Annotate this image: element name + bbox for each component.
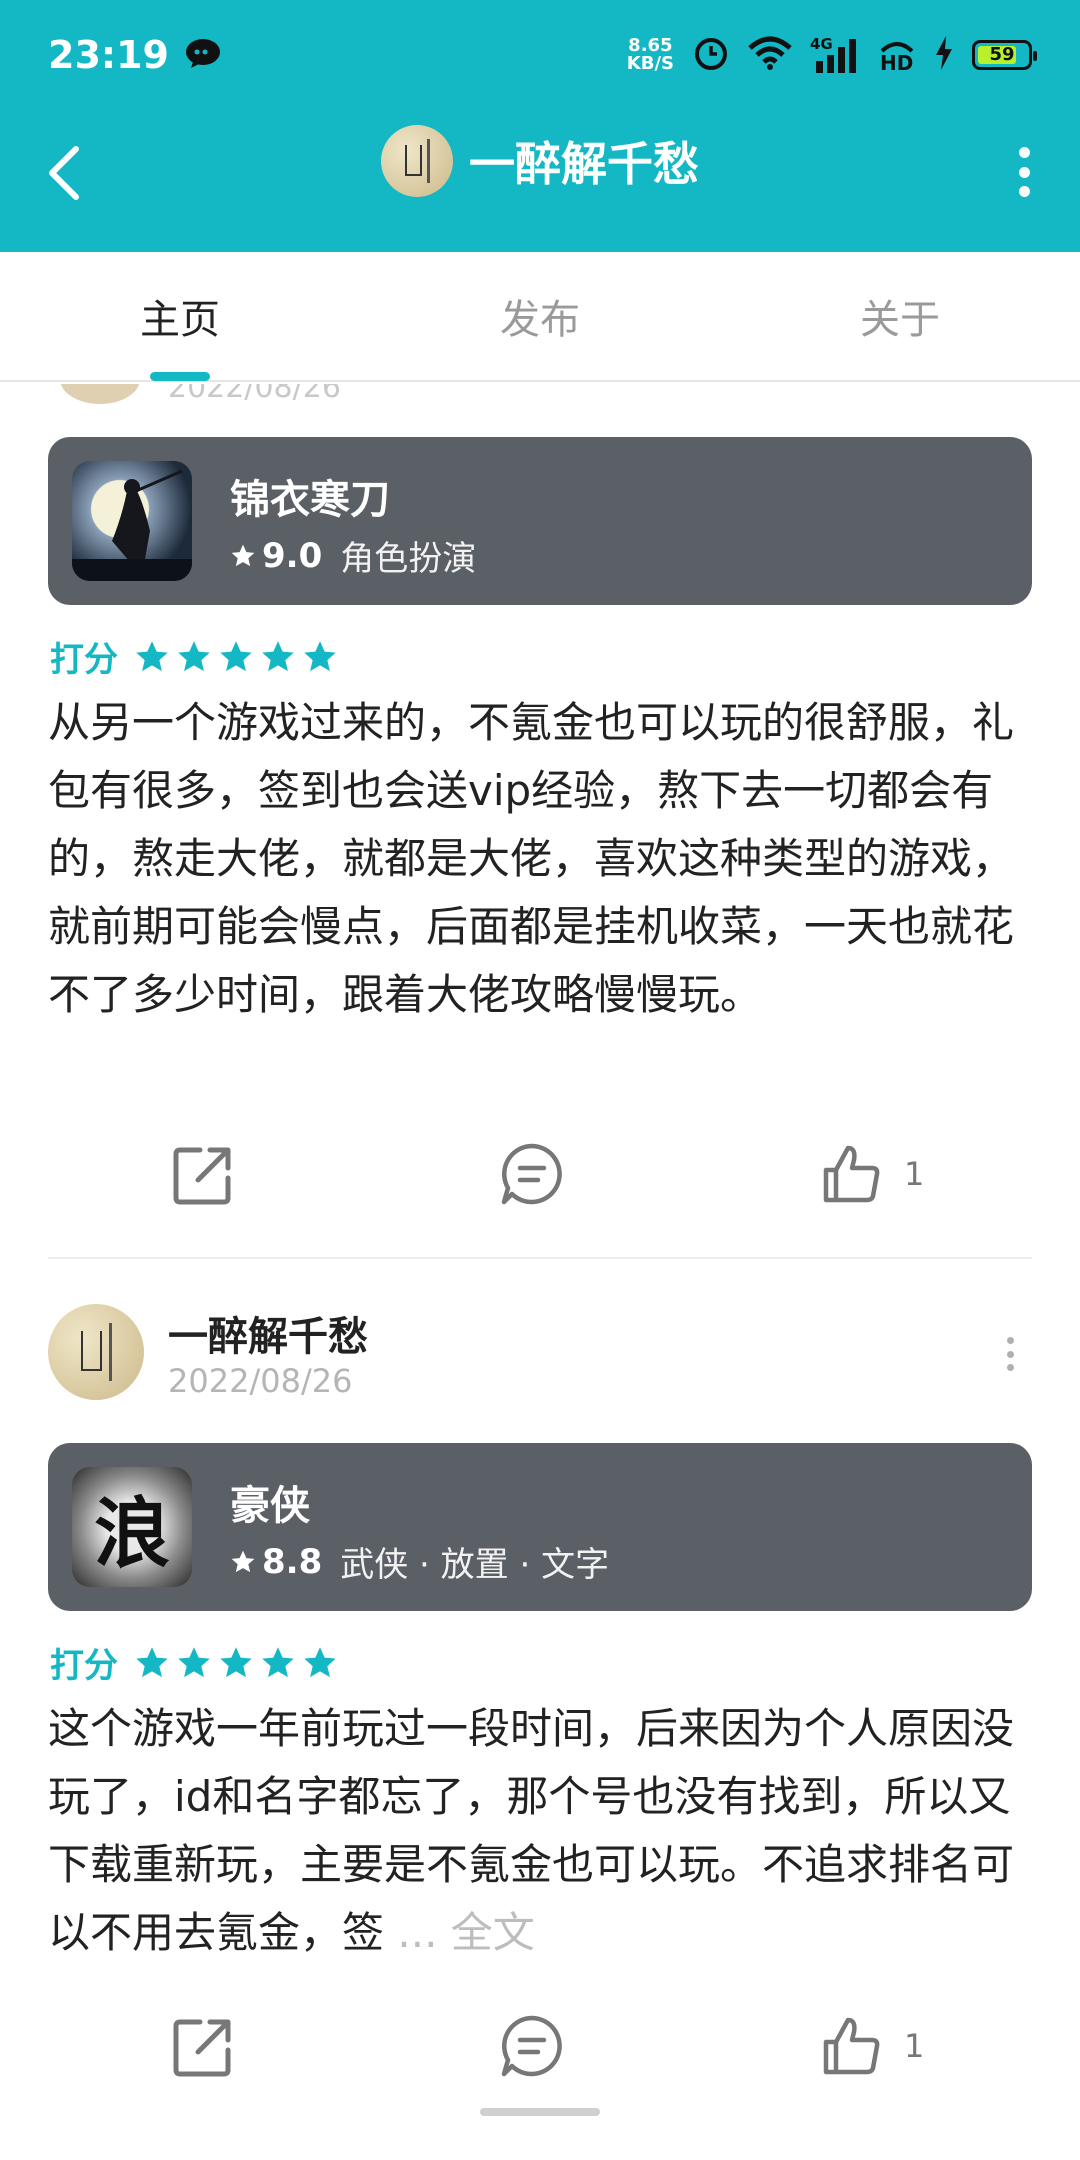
share-button[interactable] xyxy=(170,1142,236,1208)
active-tab-indicator xyxy=(150,372,210,381)
star-icon xyxy=(231,544,255,566)
post-date: 2022/08/26 xyxy=(168,384,341,405)
game-name: 豪侠 xyxy=(230,1483,310,1529)
status-bar: 23:19 8.65 KB/S 4G HD 59 xyxy=(0,0,1080,110)
game-score: 9.0 xyxy=(262,535,323,576)
app-top-bar: 23:19 8.65 KB/S 4G HD 59 一醉解千愁 xyxy=(0,0,1080,252)
review-text[interactable]: 这个游戏一年前玩过一段时间，后来因为个人原因没玩了，id和名字都忘了，那个号也没… xyxy=(48,1695,1038,1967)
thumbs-up-icon xyxy=(823,2017,880,2075)
hd-label: HD xyxy=(880,51,914,75)
share-icon xyxy=(173,2019,231,2077)
game-card[interactable]: 锦衣寒刀 9.0 角色扮演 xyxy=(48,437,1032,605)
thumbs-up-icon xyxy=(823,1145,880,1203)
comment-button[interactable] xyxy=(500,1142,564,1206)
rating-row: 打分 xyxy=(50,632,338,681)
game-card[interactable]: 浪 豪侠 8.8 武侠 · 放置 · 文字 xyxy=(48,1443,1032,1611)
rating-stars xyxy=(134,639,338,675)
star-icon xyxy=(262,640,294,671)
like-count: 1 xyxy=(904,2027,925,2065)
profile-avatar xyxy=(381,125,453,197)
net-speed: 8.65 KB/S xyxy=(627,37,674,73)
game-tags: 角色扮演 xyxy=(340,539,477,579)
feed[interactable]: 2022/08/26 锦衣寒刀 9.0 角色扮演 打分 从另一个游戏过来的，不氪… xyxy=(0,384,1080,2160)
post-divider xyxy=(48,1257,1032,1259)
game-icon: 浪 xyxy=(72,1467,192,1587)
tab-bar: 主页 发布 关于 xyxy=(0,252,1080,382)
author-avatar xyxy=(60,384,140,404)
game-tags: 武侠 · 放置 · 文字 xyxy=(340,1545,610,1585)
chat-notification-icon xyxy=(185,37,221,73)
share-button[interactable] xyxy=(170,2014,236,2080)
author-avatar[interactable] xyxy=(48,1304,144,1400)
charging-icon xyxy=(934,36,954,74)
star-icon xyxy=(231,1550,255,1572)
star-icon xyxy=(262,1646,294,1677)
share-icon xyxy=(173,1147,231,1205)
author-name[interactable]: 一醉解千愁 xyxy=(168,1304,368,1362)
home-indicator[interactable] xyxy=(480,2108,600,2116)
net-speed-unit: KB/S xyxy=(626,53,674,74)
comment-button[interactable] xyxy=(500,2014,564,2078)
read-full-text-link[interactable]: 全文 xyxy=(451,1908,535,1957)
star-icon xyxy=(136,1646,168,1677)
hd-icon: HD xyxy=(878,37,916,75)
star-icon xyxy=(178,1646,210,1677)
rating-label: 打分 xyxy=(50,640,118,680)
nav-header: 一醉解千愁 xyxy=(0,115,1080,220)
more-options-button[interactable] xyxy=(1014,147,1034,197)
star-icon xyxy=(136,640,168,671)
comment-icon xyxy=(501,2015,562,2077)
wifi-icon xyxy=(748,36,792,74)
alarm-icon xyxy=(692,34,730,76)
ellipsis: ... xyxy=(397,1908,438,1957)
post-actions: 1 xyxy=(0,1142,1080,1232)
tab-home[interactable]: 主页 xyxy=(0,252,360,380)
game-name: 锦衣寒刀 xyxy=(230,477,390,523)
star-icon xyxy=(304,640,336,671)
star-icon xyxy=(304,1646,336,1677)
rating-label: 打分 xyxy=(50,1646,118,1686)
cell-signal-icon: 4G xyxy=(810,35,860,75)
like-count: 1 xyxy=(904,1155,925,1193)
game-icon xyxy=(72,461,192,581)
tab-publish[interactable]: 发布 xyxy=(360,252,720,380)
star-icon xyxy=(178,640,210,671)
page-title: 一醉解千愁 xyxy=(469,137,699,191)
tab-about[interactable]: 关于 xyxy=(720,252,1080,380)
battery-icon: 59 xyxy=(972,40,1037,70)
like-button[interactable]: 1 xyxy=(820,2014,924,2078)
comment-icon xyxy=(501,1143,562,1205)
star-icon xyxy=(220,640,252,671)
like-button[interactable]: 1 xyxy=(820,1142,924,1206)
review-text[interactable]: 从另一个游戏过来的，不氪金也可以玩的很舒服，礼包有很多，签到也会送vip经验，熬… xyxy=(48,689,1038,1029)
rating-row: 打分 xyxy=(50,1638,338,1687)
post-more-button[interactable] xyxy=(1004,1337,1016,1371)
post-actions: 1 xyxy=(0,2014,1080,2104)
status-time: 23:19 xyxy=(48,33,169,77)
post-date: 2022/08/26 xyxy=(168,1362,353,1400)
battery-level: 59 xyxy=(989,44,1015,65)
star-icon xyxy=(220,1646,252,1677)
rating-stars xyxy=(134,1645,338,1681)
game-score: 8.8 xyxy=(262,1541,323,1582)
